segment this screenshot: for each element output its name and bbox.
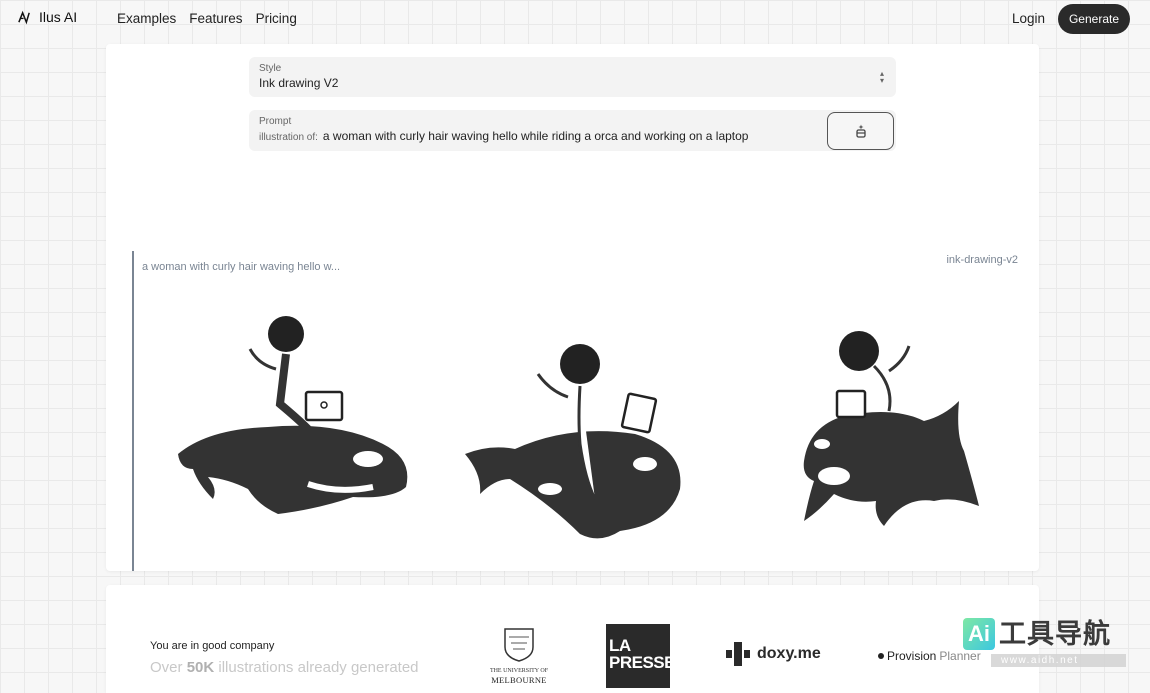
result-title: a woman with curly hair waving hello w..…: [142, 261, 341, 273]
prompt-label: Prompt: [259, 116, 292, 127]
generated-image-2[interactable]: [460, 339, 690, 549]
watermark-text: 工具导航: [999, 619, 1111, 649]
brand-logo[interactable]: Ilus AI: [17, 9, 77, 25]
prompt-prefix: illustration of:: [259, 132, 318, 143]
magic-wand-icon: [855, 124, 866, 138]
generator-card: Style Ink drawing V2 ▴ ▾ Prompt illustrat…: [106, 44, 1039, 571]
watermark: Ai 工具导航 www.aidh.net: [963, 618, 1126, 668]
magic-wand-button[interactable]: [827, 112, 894, 150]
prompt-input[interactable]: a woman with curly hair waving hello whi…: [323, 129, 749, 143]
social-proof-band: You are in good company Over 50K illustr…: [106, 585, 1039, 693]
generated-image-1[interactable]: [168, 309, 418, 519]
prompt-field[interactable]: Prompt illustration of: a woman with cur…: [249, 110, 896, 151]
style-label: Style: [259, 63, 282, 74]
watermark-url: www.aidh.net: [991, 654, 1126, 667]
la-presse-logo: LA PRESSE: [606, 624, 675, 688]
doxy-cross-icon: [726, 642, 750, 666]
social-proof-lead: You are in good company: [150, 640, 275, 652]
login-link[interactable]: Login: [1012, 11, 1045, 26]
select-updown-icon: ▴ ▾: [879, 69, 884, 85]
result-style-tag: ink-drawing-v2: [946, 254, 1018, 266]
stat-suffix: illustrations already generated: [218, 659, 419, 676]
style-value: Ink drawing V2: [259, 76, 339, 90]
stat-prefix: Over: [150, 659, 183, 676]
nav-link-examples[interactable]: Examples: [117, 11, 176, 26]
crest-icon: [504, 628, 534, 662]
melbourne-logo: THE UNIVERSITY OF MELBOURNE: [486, 625, 552, 689]
watermark-ai-icon: Ai: [963, 618, 995, 650]
style-select[interactable]: Style Ink drawing V2 ▴ ▾: [249, 57, 896, 97]
dot-icon: [878, 653, 884, 659]
results-panel: a woman with curly hair waving hello w..…: [132, 251, 1018, 571]
social-proof-stat: Over 50K illustrations already generated: [150, 659, 419, 676]
doxy-logo: doxy.me: [725, 641, 821, 667]
nav-link-features[interactable]: Features: [189, 11, 242, 26]
brand-name: Ilus AI: [39, 9, 78, 25]
nav-link-pricing[interactable]: Pricing: [256, 11, 297, 26]
top-nav: Ilus AI Examples Features Pricing Login …: [0, 0, 1150, 38]
generated-image-3[interactable]: [784, 326, 984, 536]
generate-button[interactable]: Generate: [1058, 4, 1130, 34]
ilus-logo-icon: [18, 10, 30, 24]
nav-links: Examples Features Pricing: [117, 11, 297, 26]
stat-number: 50K: [186, 659, 215, 676]
